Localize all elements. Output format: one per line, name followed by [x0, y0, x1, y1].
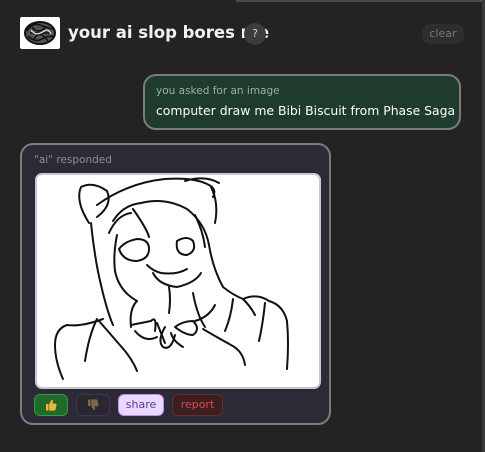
report-button[interactable]: report — [172, 394, 223, 416]
ai-response-card: "ai" responded share report — [20, 143, 331, 425]
scribble-logo-icon — [20, 17, 60, 49]
user-message-label: you asked for an image — [156, 85, 280, 97]
ai-response-label: "ai" responded — [34, 154, 112, 166]
header: your ai slop bores me ? clear — [20, 17, 465, 51]
clear-button[interactable]: clear — [422, 24, 464, 44]
dislike-button[interactable] — [76, 394, 110, 416]
like-button[interactable] — [34, 394, 68, 416]
user-message-bubble: you asked for an image computer draw me … — [143, 74, 461, 130]
generated-drawing-image — [35, 173, 321, 389]
thumbs-up-icon — [46, 399, 57, 411]
share-button[interactable]: share — [118, 394, 164, 416]
help-button[interactable]: ? — [244, 23, 266, 45]
user-message-text: computer draw me Bibi Biscuit from Phase… — [156, 103, 456, 118]
page-title: your ai slop bores me — [68, 23, 270, 42]
thumbs-down-icon — [88, 399, 99, 411]
window-top-border — [236, 0, 485, 2]
